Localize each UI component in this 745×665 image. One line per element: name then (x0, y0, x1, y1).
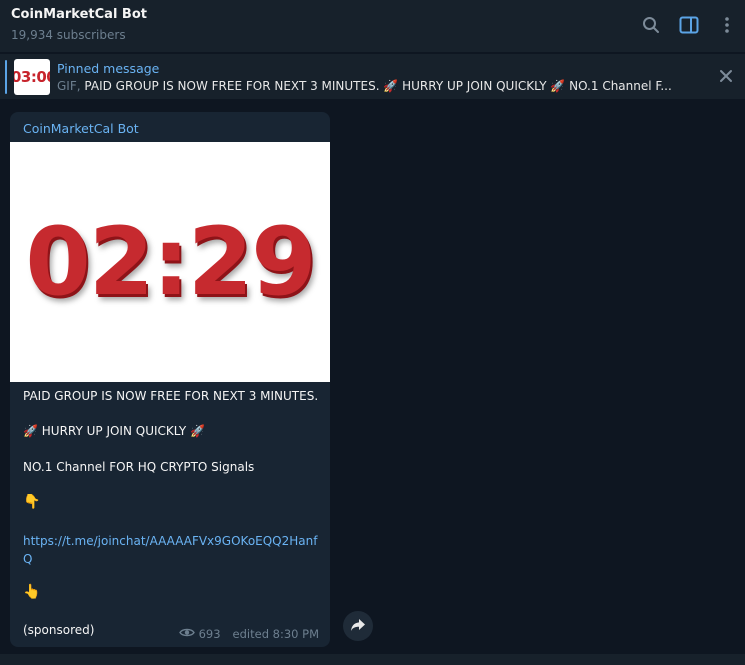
close-icon[interactable] (716, 66, 736, 86)
pinned-thumbnail-text: 03:00 (14, 68, 50, 86)
message-line-3: NO.1 Channel FOR HQ CRYPTO Signals (23, 460, 255, 474)
sponsored-label: (sponsored) (23, 623, 95, 637)
message-line-2: 🚀 HURRY UP JOIN QUICKLY 🚀 (23, 424, 205, 438)
chat-header: CoinMarketCal Bot 19,934 subscribers (0, 0, 745, 52)
edited-time: edited 8:30 PM (232, 627, 319, 641)
message-bubble[interactable]: CoinMarketCal Bot 02:29 PAID GROUP IS NO… (10, 112, 330, 647)
search-icon[interactable] (640, 14, 662, 36)
composer-strip (0, 654, 745, 665)
pinned-thumbnail: 03:00 (14, 59, 50, 95)
sidebar-toggle-icon[interactable] (678, 14, 700, 36)
countdown-timer: 02:29 (25, 207, 316, 317)
more-vertical-icon[interactable] (716, 14, 738, 36)
pointing-up-emoji: 👆 (23, 584, 41, 600)
eye-icon (178, 627, 195, 641)
pinned-preview-text: PAID GROUP IS NOW FREE FOR NEXT 3 MINUTE… (84, 79, 672, 93)
message-meta: 693 edited 8:30 PM (178, 627, 319, 641)
subscriber-count: 19,934 subscribers (11, 28, 126, 42)
message-line-1: PAID GROUP IS NOW FREE FOR NEXT 3 MINUTE… (23, 389, 319, 403)
forward-button[interactable] (343, 611, 373, 641)
gif-media[interactable]: 02:29 (10, 142, 330, 382)
pinned-message-bar[interactable]: 03:00 Pinned message GIF, PAID GROUP IS … (0, 53, 745, 99)
pinned-gif-prefix: GIF, (57, 79, 81, 93)
chat-title[interactable]: CoinMarketCal Bot (11, 7, 147, 22)
forward-icon (350, 617, 366, 636)
pinned-accent-bar (5, 60, 7, 94)
invite-link[interactable]: https://t.me/joinchat/AAAAAFVx9GOKoEQQ2H… (23, 532, 323, 568)
view-count: 693 (198, 627, 221, 641)
pointing-down-emoji: 👇 (23, 494, 41, 510)
pinned-preview: GIF, PAID GROUP IS NOW FREE FOR NEXT 3 M… (57, 79, 697, 93)
pinned-label: Pinned message (57, 61, 160, 76)
message-sender[interactable]: CoinMarketCal Bot (23, 121, 139, 136)
